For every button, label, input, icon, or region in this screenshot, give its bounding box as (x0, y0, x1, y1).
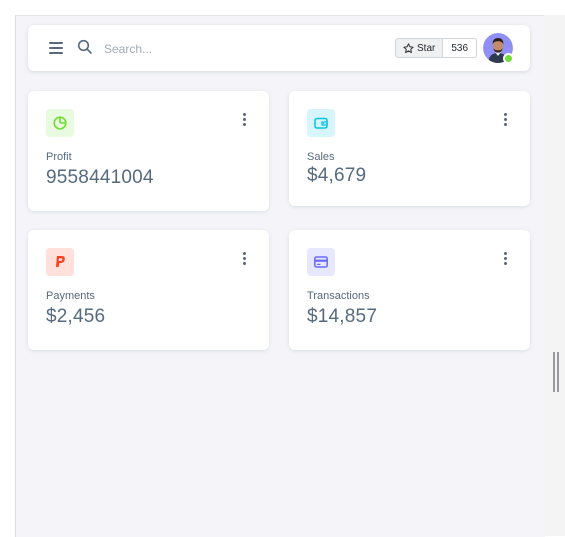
payments-value: $2,456 (46, 306, 106, 327)
payments-label: Payments (46, 290, 95, 302)
user-avatar[interactable] (483, 33, 514, 64)
transactions-label: Transactions (307, 290, 370, 302)
profit-value: 9558441004 (46, 167, 154, 188)
payments-card: Payments $2,456 (28, 230, 269, 350)
wallet-icon (307, 109, 335, 137)
transactions-card: Transactions $14,857 (289, 230, 530, 350)
star-icon (403, 42, 414, 53)
resize-handle[interactable] (553, 352, 559, 392)
search-icon[interactable] (77, 39, 93, 55)
github-star-count[interactable]: 536 (443, 38, 478, 58)
profit-options-button[interactable] (239, 112, 249, 126)
payments-options-button[interactable] (239, 251, 249, 265)
transactions-options-button[interactable] (500, 251, 510, 265)
side-strip (544, 15, 565, 536)
sales-card: Sales $4,679 (289, 91, 530, 206)
transactions-value: $14,857 (307, 306, 378, 327)
sales-options-button[interactable] (500, 112, 510, 126)
top-navbar: Star 536 (28, 25, 530, 71)
github-star-label: Star (417, 42, 436, 54)
github-star-widget: Star 536 (395, 38, 478, 58)
menu-icon[interactable] (49, 42, 63, 54)
search-input[interactable] (102, 38, 306, 60)
online-status-dot (503, 53, 514, 64)
profit-label: Profit (46, 151, 72, 163)
pie-chart-icon (46, 109, 74, 137)
sales-value: $4,679 (307, 165, 367, 186)
sales-label: Sales (307, 151, 335, 163)
profit-card: Profit 9558441004 (28, 91, 269, 211)
paypal-icon (46, 248, 74, 276)
github-star-button[interactable]: Star (395, 38, 444, 58)
credit-card-icon (307, 248, 335, 276)
